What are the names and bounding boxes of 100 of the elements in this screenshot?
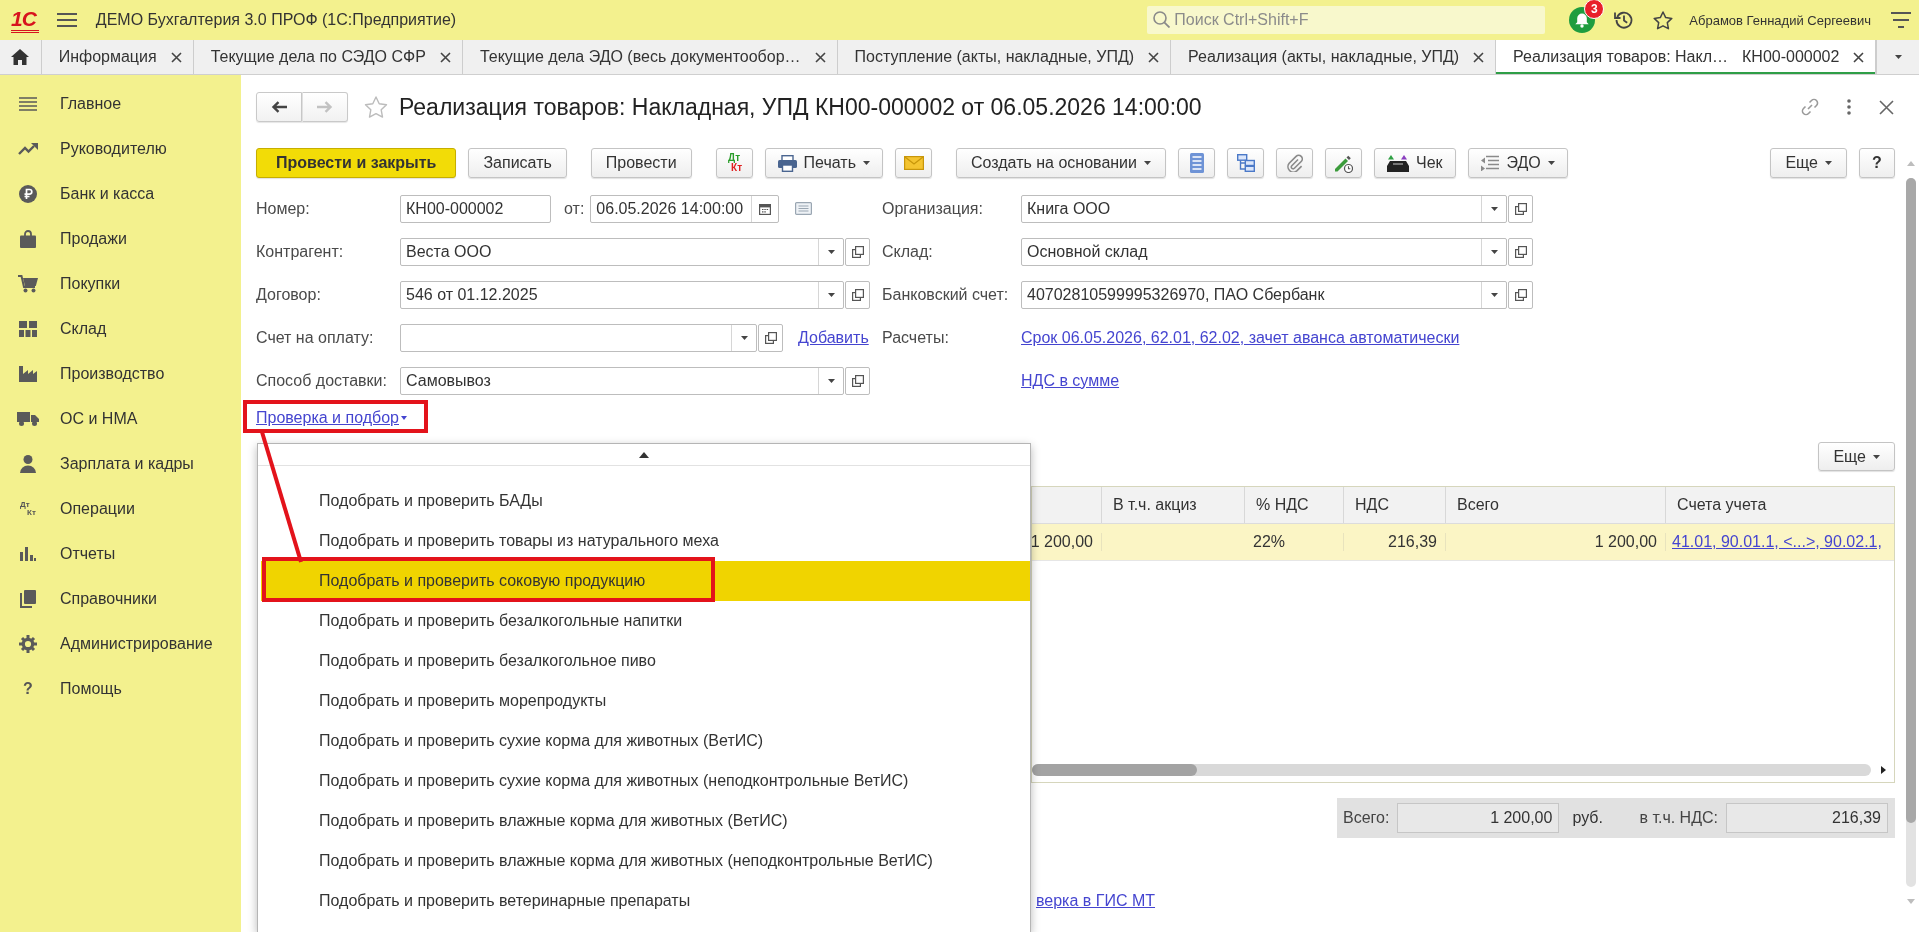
search-field[interactable]: Поиск Ctrl+Shift+F <box>1147 6 1546 34</box>
dropdown-link[interactable]: Проверка и подбор <box>256 408 407 427</box>
sidebar-item[interactable]: Администрирование <box>0 621 241 666</box>
sidebar-item[interactable]: Справочники <box>0 576 241 621</box>
close-icon[interactable] <box>1853 51 1865 63</box>
paperclip-icon <box>1286 154 1303 172</box>
close-icon[interactable] <box>1879 99 1894 115</box>
note-icon[interactable] <box>795 202 813 215</box>
table-row[interactable]: 1 200,00 22% 216,39 1 200,00 41.01, 90.01.1, <...>, 90.02.1, <box>1032 524 1894 561</box>
open-button[interactable] <box>845 280 870 309</box>
close-icon[interactable] <box>439 51 451 63</box>
table-cell: 22% <box>1245 533 1344 551</box>
number-field[interactable]: КН00-000002 <box>400 194 551 223</box>
primary-button[interactable]: Провести и закрыть <box>256 148 457 178</box>
sidebar-item[interactable]: Банк и касса <box>0 171 241 216</box>
notification-badge: 3 <box>1584 0 1605 19</box>
link[interactable]: НДС в сумме <box>1021 371 1120 390</box>
document-button[interactable] <box>1178 148 1215 178</box>
select-field[interactable]: Основной склад <box>1021 237 1507 266</box>
toolbar-button[interactable]: Провести <box>590 148 692 178</box>
sidebar-item[interactable]: Производство <box>0 351 241 396</box>
date-field[interactable]: 06.05.2026 14:00:00 <box>590 194 780 223</box>
caret-icon <box>401 415 407 420</box>
menu-icon[interactable] <box>56 13 77 27</box>
cart-icon <box>18 274 38 293</box>
close-icon[interactable] <box>1473 51 1485 63</box>
open-button[interactable] <box>1508 194 1533 223</box>
pen-clock-button[interactable] <box>1325 148 1362 178</box>
table-cell: 1 200,00 <box>1032 533 1102 551</box>
sidebar-item[interactable]: ОС и НМА <box>0 396 241 441</box>
menu-icon[interactable] <box>1891 12 1911 28</box>
close-icon[interactable] <box>814 51 826 63</box>
sidebar-item[interactable]: ? Помощь <box>0 666 241 711</box>
toolbar-button[interactable]: Чек <box>1374 148 1456 178</box>
menu-item[interactable]: Подобрать и проверить влажные корма для животных (ВетИС) <box>261 801 1030 841</box>
link[interactable]: 41.01, 90.01.1, <...>, 90.02.1, <box>1672 533 1882 551</box>
user-name[interactable]: Абрамов Геннадий Сергеевич <box>1689 12 1871 28</box>
document-icon <box>1189 153 1204 173</box>
open-button[interactable] <box>1508 280 1533 309</box>
history-icon[interactable] <box>1614 10 1635 30</box>
envelope-button[interactable] <box>895 148 932 178</box>
sidebar-item[interactable]: Покупки <box>0 261 241 306</box>
vat-field: 216,39 <box>1726 803 1888 833</box>
sidebar-item[interactable]: Продажи <box>0 216 241 261</box>
toolbar-button[interactable]: Записать <box>468 148 567 178</box>
caret-icon <box>1490 206 1498 211</box>
caret-icon <box>827 292 835 297</box>
caret-icon[interactable] <box>1881 766 1886 774</box>
link[interactable]: Срок 06.05.2026, 62.01, 62.02, зачет аванса автоматически <box>1021 328 1460 347</box>
paperclip-button[interactable] <box>1276 148 1313 178</box>
sidebar-item[interactable]: Дт Кт Операции <box>0 486 241 531</box>
scrollbar-thumb[interactable] <box>1032 764 1197 776</box>
star-icon[interactable] <box>364 95 388 119</box>
logo[interactable]: 1С <box>11 7 39 33</box>
menu-item[interactable]: Подобрать и проверить ветеринарные препараты <box>261 881 1030 921</box>
select-field[interactable]: 546 от 01.12.2025 <box>400 280 844 309</box>
menu-item[interactable]: Подобрать и проверить БАДы <box>261 481 1030 521</box>
menu-item[interactable]: Подобрать и проверить безалкогольное пиво <box>261 641 1030 681</box>
select-field[interactable]: Книга ООО <box>1021 194 1507 223</box>
sidebar-item[interactable]: Зарплата и кадры <box>0 441 241 486</box>
menu-item[interactable]: Подобрать и проверить сухие корма для животных (неподконтрольные ВетИС) <box>261 761 1030 801</box>
close-icon[interactable] <box>1148 51 1160 63</box>
select-field[interactable] <box>400 323 757 352</box>
menu-button[interactable]: Еще <box>1818 442 1895 471</box>
open-button[interactable] <box>1508 237 1533 266</box>
link-icon[interactable] <box>1801 98 1819 116</box>
truck-icon <box>17 411 39 426</box>
sidebar-item[interactable]: Руководителю <box>0 126 241 171</box>
help-icon: ? <box>23 680 33 697</box>
horizontal-scrollbar[interactable] <box>1032 764 1871 776</box>
menu-item[interactable]: Подобрать и проверить товары из натурального меха <box>261 521 1030 561</box>
menu-button[interactable]: ЭДО <box>1467 148 1568 178</box>
menu-button[interactable]: Создать на основании <box>956 148 1166 178</box>
menu-button[interactable]: Печать <box>764 148 883 178</box>
debit-credit-button[interactable]: Дт Кт <box>715 148 753 178</box>
select-field[interactable]: Самовывоз <box>400 366 844 395</box>
select-field[interactable]: 40702810599995326970, ПАО Сбербанк <box>1021 280 1507 309</box>
menu-item[interactable]: Подобрать и проверить сухие корма для животных (ВетИС) <box>261 721 1030 761</box>
caret-icon <box>639 451 649 458</box>
menu-item[interactable]: Подобрать и проверить влажные корма для животных (неподконтрольные ВетИС) <box>261 841 1030 881</box>
link[interactable]: верка в ГИС МТ <box>1036 892 1156 909</box>
sidebar-item[interactable]: Отчеты <box>0 531 241 576</box>
hierarchy-button[interactable] <box>1227 148 1264 178</box>
open-button[interactable] <box>845 366 870 395</box>
field-label: Способ доставки: <box>256 371 388 390</box>
back-button[interactable] <box>256 92 302 122</box>
menu-button[interactable]: Еще <box>1770 148 1847 178</box>
open-button[interactable] <box>758 323 783 352</box>
open-button[interactable] <box>845 237 870 266</box>
help-button[interactable]: ? <box>1859 148 1895 178</box>
menu-item[interactable]: Подобрать и проверить морепродукты <box>261 681 1030 721</box>
sidebar-item[interactable]: Склад <box>0 306 241 351</box>
star-icon[interactable] <box>1653 10 1674 30</box>
select-field[interactable]: Веста ООО <box>400 237 844 266</box>
close-icon[interactable] <box>170 51 182 63</box>
menu-item[interactable]: Подобрать и проверить безалкогольные напитки <box>261 601 1030 641</box>
tab[interactable]: Реализация товаров: Накл… КН00-000002 <box>1496 40 1877 74</box>
sidebar-item[interactable]: Главное <box>0 81 241 126</box>
more-icon[interactable] <box>1847 99 1851 115</box>
add-link[interactable]: Добавить <box>798 328 869 347</box>
